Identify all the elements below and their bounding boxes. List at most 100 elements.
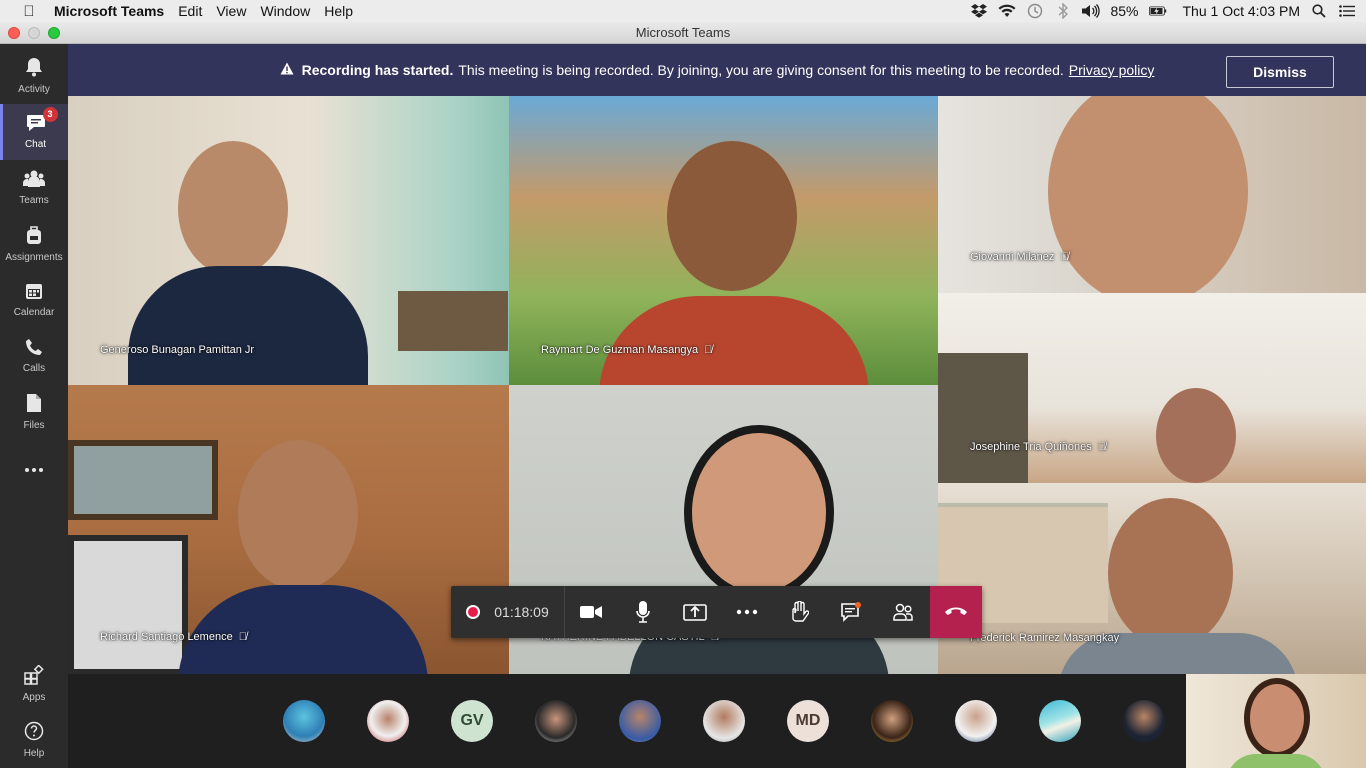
- video-tile[interactable]: Frederick Ramirez Masangkay: [938, 483, 1366, 674]
- notification-center-icon[interactable]: [1338, 3, 1356, 19]
- participant-avatar[interactable]: [955, 700, 997, 742]
- battery-charging-icon[interactable]: [1148, 3, 1167, 19]
- banner-title: Recording has started.: [301, 62, 454, 78]
- participant-name-text: Raymart De Guzman Masangya: [541, 344, 699, 356]
- more-actions-button[interactable]: [721, 586, 773, 638]
- participants-icon: [892, 602, 914, 622]
- menu-window[interactable]: Window: [260, 3, 310, 19]
- participant-avatar[interactable]: [283, 700, 325, 742]
- conversation-icon: [840, 602, 862, 622]
- window-title: Microsoft Teams: [635, 25, 731, 40]
- teams-icon: [23, 170, 45, 192]
- rail-item-calls[interactable]: Calls: [0, 328, 68, 384]
- chat-icon: 3: [26, 107, 58, 136]
- banner-message: This meeting is being recorded. By joini…: [458, 62, 1064, 78]
- more-icon: [736, 609, 758, 615]
- hang-up-icon: [944, 603, 968, 621]
- self-video-preview[interactable]: [1186, 674, 1366, 768]
- rail-label: Calendar: [13, 307, 55, 318]
- participant-name: Frederick Ramirez Masangkay: [970, 632, 1120, 644]
- rail-label: Chat: [24, 139, 47, 150]
- rail-label: Activity: [18, 84, 50, 95]
- more-icon: [24, 457, 44, 477]
- rail-item-help[interactable]: Help: [0, 712, 68, 768]
- mic-off-icon: 🎙̸: [704, 344, 713, 356]
- participant-avatar[interactable]: [367, 700, 409, 742]
- rail-item-activity[interactable]: Activity: [0, 48, 68, 104]
- menu-edit[interactable]: Edit: [178, 3, 202, 19]
- rail-item-assignments[interactable]: Assignments: [0, 216, 68, 272]
- participant-avatar-initials[interactable]: GV: [451, 700, 493, 742]
- menu-view[interactable]: View: [216, 3, 246, 19]
- participant-video: [1108, 498, 1233, 648]
- rail-label: Help: [23, 748, 45, 759]
- participant-avatar[interactable]: [703, 700, 745, 742]
- mic-off-icon: 🎙̸: [238, 631, 247, 643]
- menu-help[interactable]: Help: [324, 3, 353, 19]
- participant-video: [178, 141, 288, 276]
- participant-video: [238, 440, 358, 590]
- video-tile[interactable]: Generoso Bunagan Pamittan Jr: [68, 96, 509, 385]
- self-video: [1244, 678, 1310, 758]
- app-rail: Activity 3 Chat Teams Assignments Calend…: [0, 44, 68, 768]
- show-participants-button[interactable]: [877, 586, 929, 638]
- participant-roster: GV MD: [68, 674, 1186, 768]
- rail-item-chat[interactable]: 3 Chat: [0, 104, 68, 160]
- menu-app-name[interactable]: Microsoft Teams: [54, 3, 164, 19]
- battery-percent: 85%: [1110, 3, 1139, 19]
- rail-item-files[interactable]: Files: [0, 384, 68, 440]
- rail-item-teams[interactable]: Teams: [0, 160, 68, 216]
- microphone-toggle-button[interactable]: [617, 586, 669, 638]
- rail-item-calendar[interactable]: Calendar: [0, 272, 68, 328]
- participant-avatar[interactable]: [1123, 700, 1165, 742]
- file-icon: [26, 393, 42, 417]
- apps-icon: [24, 664, 44, 689]
- warning-icon: [280, 62, 294, 78]
- bluetooth-icon[interactable]: [1054, 3, 1072, 19]
- rail-item-apps[interactable]: Apps: [0, 656, 68, 712]
- video-tile[interactable]: Raymart De Guzman Masangya 🎙̸: [509, 96, 938, 385]
- apple-icon[interactable]: : [18, 0, 40, 22]
- dropbox-icon[interactable]: [970, 3, 988, 19]
- show-conversation-button[interactable]: [825, 586, 877, 638]
- participant-name: Giovanni Milanez 🎙̸: [970, 251, 1069, 263]
- hand-icon: [789, 601, 809, 623]
- participant-name-text: Josephine Tria Quiñones: [970, 441, 1092, 453]
- dismiss-button[interactable]: Dismiss: [1226, 56, 1334, 88]
- video-tile[interactable]: Josephine Tria Quiñones 🎙̸: [938, 293, 1366, 483]
- phone-icon: [25, 338, 43, 360]
- privacy-policy-link[interactable]: Privacy policy: [1069, 62, 1155, 78]
- meeting-timer: 01:18:09: [494, 604, 549, 620]
- video-tile[interactable]: Giovanni Milanez 🎙̸: [938, 96, 1366, 293]
- rail-label: Apps: [22, 692, 46, 703]
- rail-label: Teams: [19, 195, 49, 206]
- camera-toggle-button[interactable]: [565, 586, 617, 638]
- zoom-window-button[interactable]: [48, 27, 60, 39]
- bell-icon: [25, 57, 43, 81]
- participant-name-text: Richard Santiago Lemence: [100, 631, 233, 643]
- participant-video: [684, 425, 834, 600]
- participant-avatar[interactable]: [871, 700, 913, 742]
- clock[interactable]: Thu 1 Oct 4:03 PM: [1183, 3, 1301, 19]
- mic-off-icon: 🎙̸: [1097, 441, 1106, 453]
- close-window-button[interactable]: [8, 27, 20, 39]
- search-icon[interactable]: [1310, 3, 1328, 19]
- raise-hand-button[interactable]: [773, 586, 825, 638]
- window-title-bar: Microsoft Teams: [0, 22, 1366, 44]
- participant-avatar[interactable]: [535, 700, 577, 742]
- rail-label: Files: [23, 420, 45, 431]
- share-screen-button[interactable]: [669, 586, 721, 638]
- video-tile[interactable]: Richard Santiago Lemence 🎙̸: [68, 385, 509, 674]
- more-apps-button[interactable]: [0, 440, 68, 496]
- mic-off-icon: 🎙̸: [1060, 251, 1069, 263]
- minimize-window-button[interactable]: [28, 27, 40, 39]
- volume-icon[interactable]: [1082, 3, 1101, 19]
- chat-badge: 3: [42, 107, 58, 122]
- time-machine-icon[interactable]: [1026, 3, 1044, 19]
- participant-avatar[interactable]: [1039, 700, 1081, 742]
- participant-name-text: Giovanni Milanez: [970, 251, 1055, 263]
- participant-avatar[interactable]: [619, 700, 661, 742]
- wifi-icon[interactable]: [998, 3, 1016, 19]
- participant-avatar-initials[interactable]: MD: [787, 700, 829, 742]
- hang-up-button[interactable]: [930, 586, 982, 638]
